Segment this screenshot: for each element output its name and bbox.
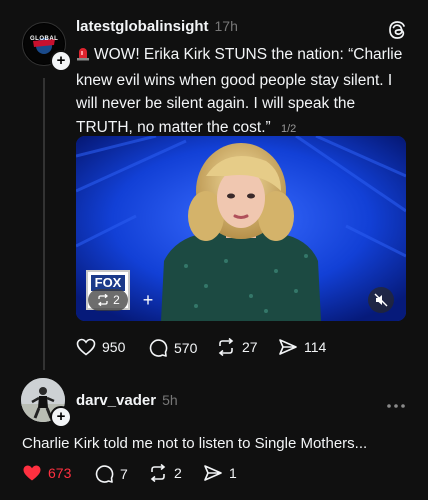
more-options-button[interactable] [386, 396, 406, 414]
comment-icon [149, 339, 168, 357]
reply-like-button[interactable]: 673 [22, 464, 71, 482]
mute-button[interactable] [368, 287, 394, 313]
reply-repost-count: 2 [174, 465, 182, 481]
reply-like-count: 673 [48, 465, 72, 481]
post-time: 17h [214, 18, 238, 34]
send-icon [279, 339, 297, 355]
reply-share-count: 1 [229, 465, 237, 481]
thread-line [43, 78, 45, 370]
follow-plus-button[interactable]: + [50, 50, 72, 72]
repost-icon [218, 338, 234, 356]
heart-filled-icon [23, 465, 41, 481]
repost-icon [98, 294, 109, 306]
post-media-video[interactable]: FOX 2 + [76, 136, 406, 321]
media-repost-count: 2 [113, 293, 120, 307]
siren-icon [76, 45, 90, 69]
post-share-button[interactable]: 114 [278, 338, 326, 356]
reply-repost-button[interactable]: 2 [148, 464, 182, 482]
reply-share-button[interactable]: 1 [203, 464, 237, 482]
reply-username[interactable]: darv_vader [76, 392, 156, 409]
media-repost-badge[interactable]: 2 [88, 289, 128, 311]
post-like-count: 950 [102, 339, 126, 355]
post-repost-button[interactable]: 27 [216, 338, 258, 356]
post-text: WOW! Erika Kirk STUNS the nation: “Charl… [76, 46, 403, 136]
repost-icon [150, 464, 166, 482]
reply-text: Charlie Kirk told me not to listen to Si… [22, 435, 368, 452]
speaker-muted-icon [374, 293, 388, 307]
post-repost-count: 27 [242, 339, 258, 355]
reply-follow-plus-button[interactable]: + [50, 406, 72, 428]
comment-icon [95, 465, 114, 483]
reply-reply-count: 7 [120, 466, 128, 482]
threads-logo-icon[interactable] [388, 20, 406, 45]
post-like-button[interactable]: 950 [76, 338, 125, 356]
media-add-button[interactable]: + [136, 288, 160, 312]
post-share-count: 114 [304, 339, 327, 355]
heart-icon [76, 338, 96, 356]
post-reply-count: 570 [174, 340, 198, 356]
reply-reply-button[interactable]: 7 [94, 464, 128, 484]
reply-time: 5h [162, 392, 178, 408]
post-reply-button[interactable]: 570 [148, 338, 197, 358]
send-icon [204, 465, 222, 481]
post-pager: 1/2 [280, 122, 297, 135]
ellipsis-icon [387, 404, 405, 408]
post-username[interactable]: latestglobalinsight [76, 18, 209, 35]
avatar-logo-text: GLOBAL [30, 36, 59, 42]
